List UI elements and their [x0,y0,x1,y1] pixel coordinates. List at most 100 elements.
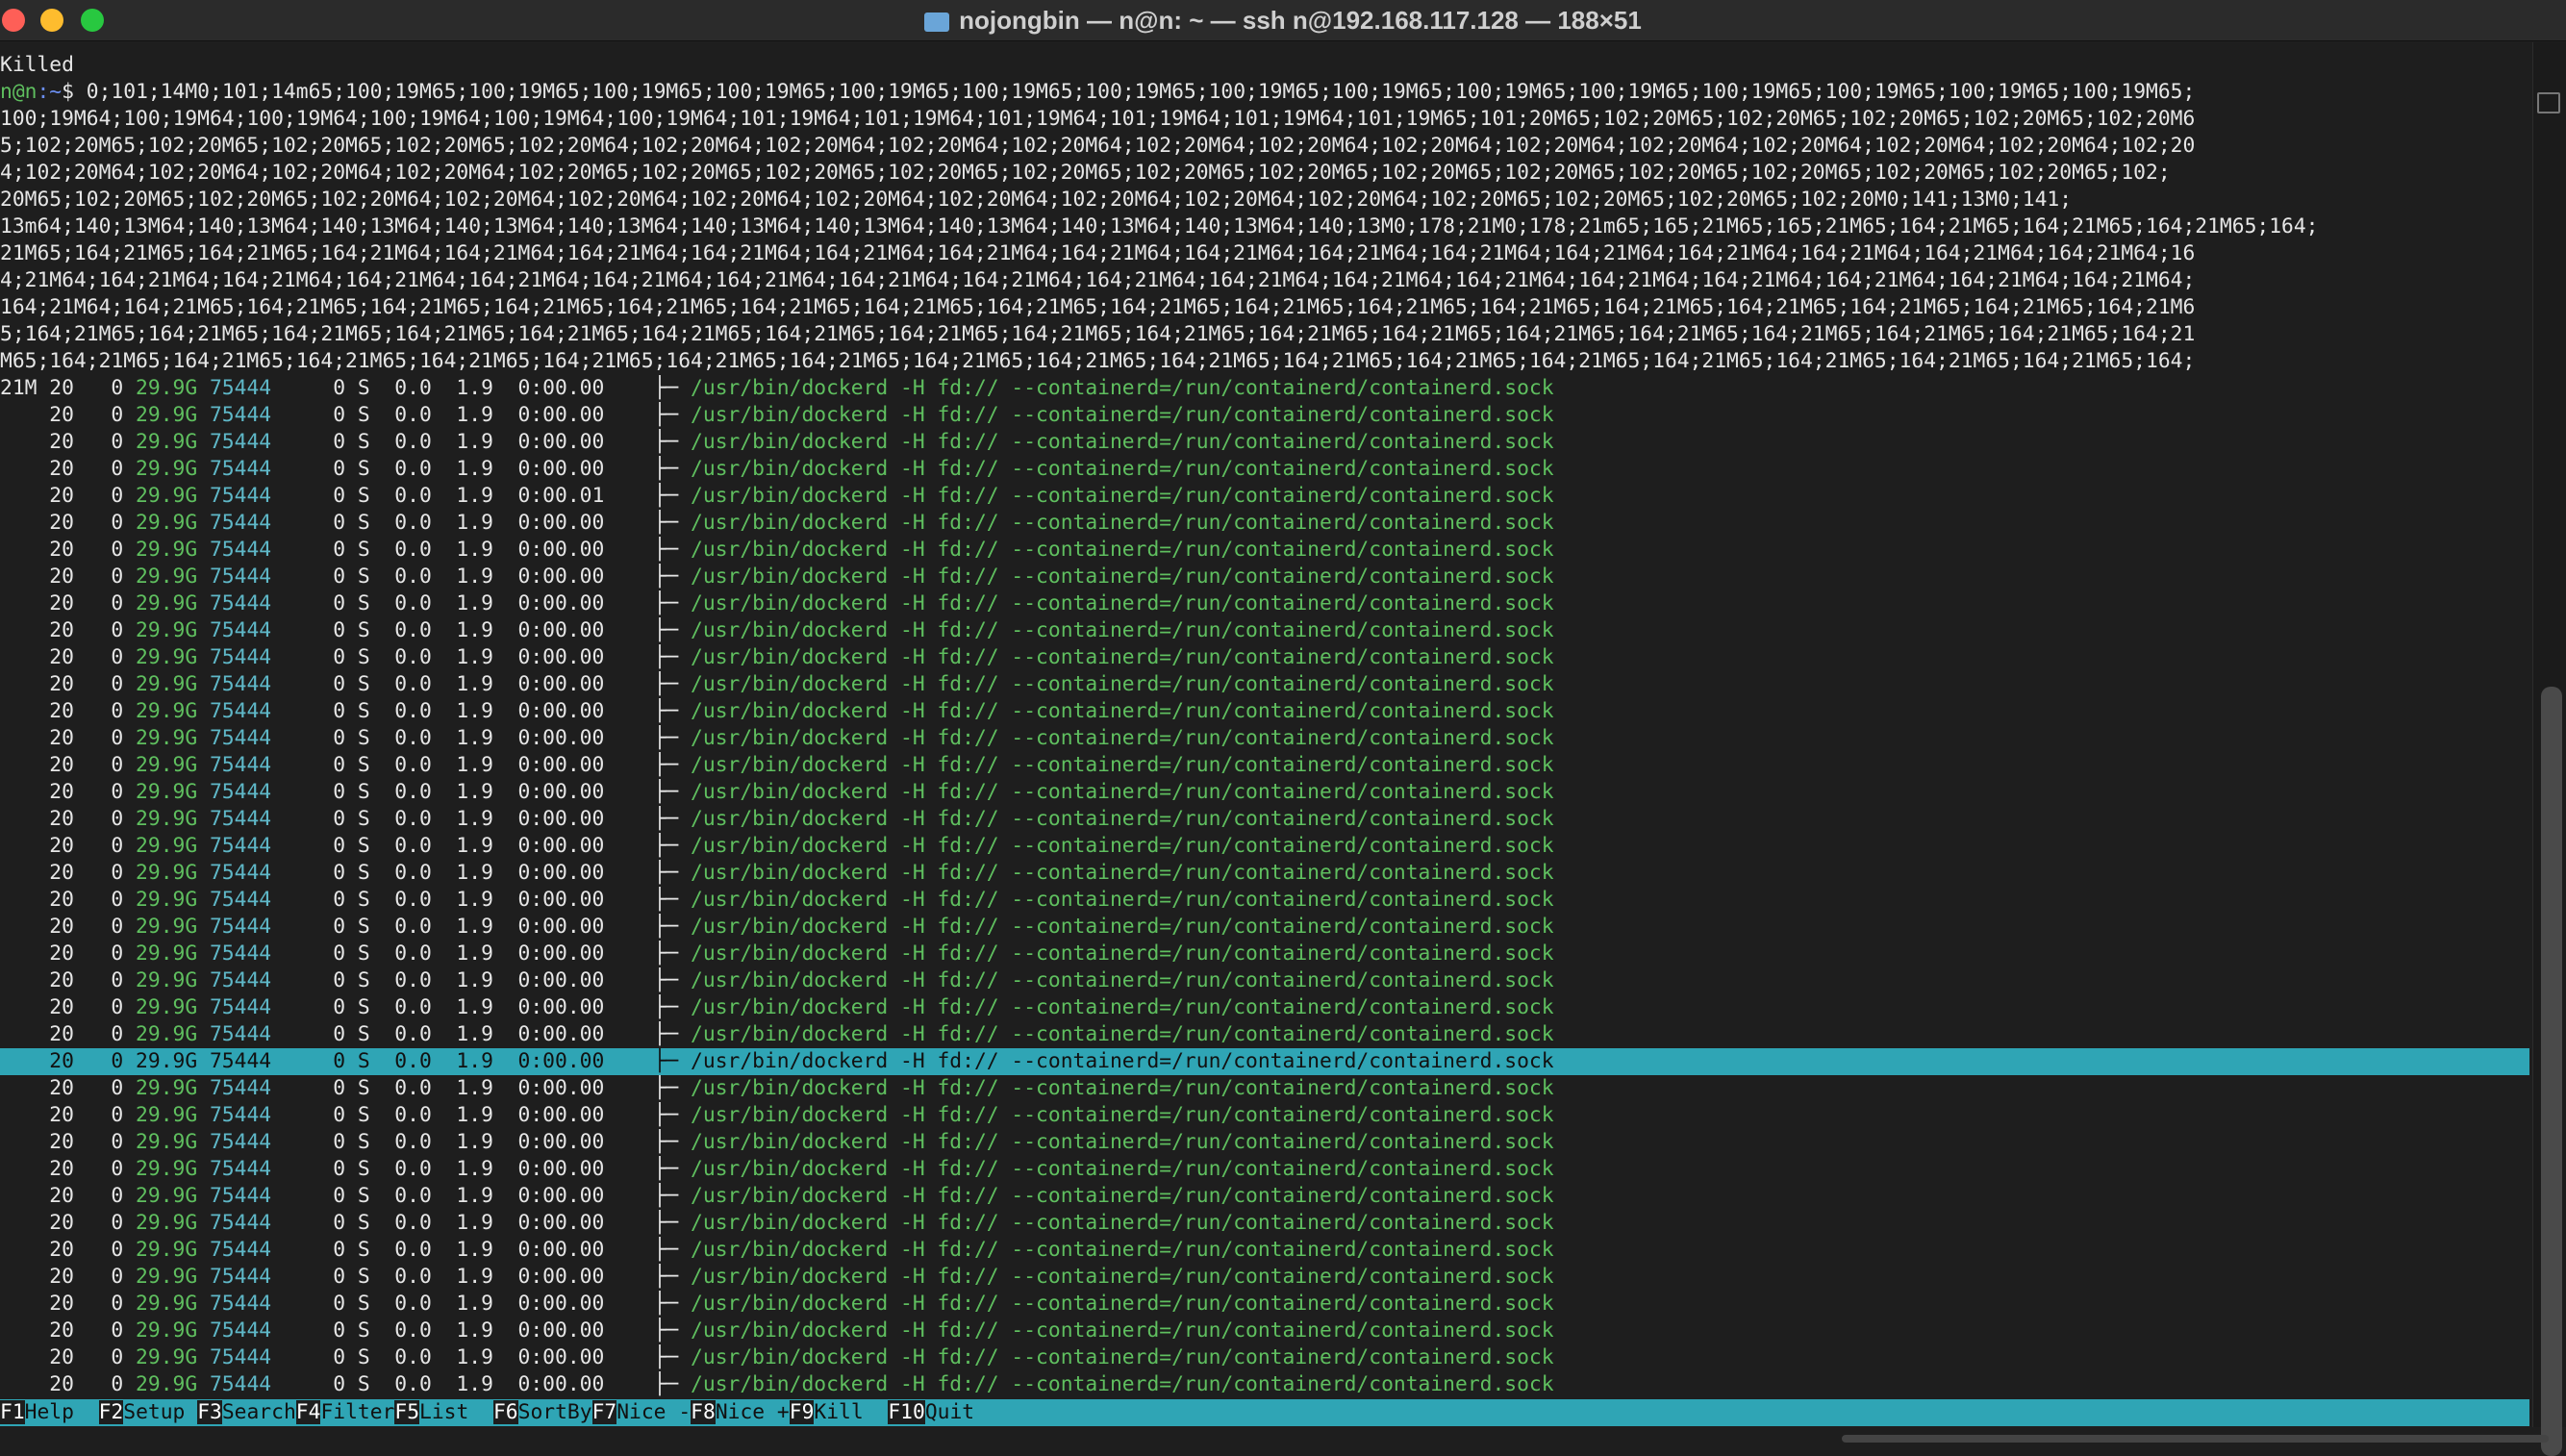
process-row[interactable]: 20 0 29.9G 75444 0 S 0.0 1.9 0:00.00 ├─ … [0,1102,2529,1129]
fkey-f9[interactable]: F9 [789,1400,815,1424]
fkey-f1[interactable]: F1 [0,1400,25,1424]
terminal-output[interactable]: Killed n@n:~$ 0;101;14M0;101;14m65;100;1… [0,52,2529,1429]
process-virt: 29.9G [136,511,210,535]
fkey-label[interactable]: Help [25,1400,99,1424]
vertical-scrollbar[interactable] [2532,42,2566,1456]
process-row[interactable]: 20 0 29.9G 75444 0 S 0.0 1.9 0:00.00 ├─ … [0,779,2529,806]
process-tree: ├─ [653,538,692,562]
scroll-menu-icon[interactable] [2537,92,2560,113]
process-list[interactable]: 21M 20 0 29.9G 75444 0 S 0.0 1.9 0:00.00… [0,375,2529,1398]
process-row[interactable]: 20 0 29.9G 75444 0 S 0.0 1.9 0:00.00 ├─ … [0,1344,2529,1371]
process-row[interactable]: 20 0 29.9G 75444 0 S 0.0 1.9 0:00.00 ├─ … [0,806,2529,833]
process-res: 75444 [209,511,272,535]
fkey-label[interactable]: Filter [320,1400,394,1424]
process-row[interactable]: 20 0 29.9G 75444 0 S 0.0 1.9 0:00.00 ├─ … [0,1183,2529,1210]
process-row[interactable]: 20 0 29.9G 75444 0 S 0.0 1.9 0:00.00 ├─ … [0,698,2529,725]
prompt-user: n@n [0,80,38,104]
process-cmd: /usr/bin/dockerd -H fd:// --containerd=/… [691,995,1554,1019]
fkey-label[interactable]: Kill [814,1400,888,1424]
fkey-label[interactable]: Nice + [716,1400,790,1424]
process-cmd: /usr/bin/dockerd -H fd:// --containerd=/… [691,430,1554,454]
fkey-label[interactable]: Search [222,1400,296,1424]
process-res: 75444 [209,1157,272,1181]
process-row[interactable]: 20 0 29.9G 75444 0 S 0.0 1.9 0:00.00 ├─ … [0,1371,2529,1398]
process-virt: 29.9G [136,915,210,939]
process-num: 0 S 0.0 1.9 0:00.00 [271,1076,654,1100]
process-row[interactable]: 20 0 29.9G 75444 0 S 0.0 1.9 0:00.00 ├─ … [0,590,2529,617]
process-cmd: /usr/bin/dockerd -H fd:// --containerd=/… [691,807,1554,831]
process-row[interactable]: 20 0 29.9G 75444 0 S 0.0 1.9 0:00.00 ├─ … [0,833,2529,860]
process-row[interactable]: 20 0 29.9G 75444 0 S 0.0 1.9 0:00.00 ├─ … [0,941,2529,967]
process-cmd: /usr/bin/dockerd -H fd:// --containerd=/… [691,565,1554,589]
process-tree: ├─ [653,618,692,642]
process-row[interactable]: 20 0 29.9G 75444 0 S 0.0 1.9 0:00.00 ├─ … [0,1210,2529,1237]
fkey-f4[interactable]: F4 [295,1400,321,1424]
process-row[interactable]: 20 0 29.9G 75444 0 S 0.0 1.9 0:00.00 ├─ … [0,752,2529,779]
fkey-label[interactable]: SortBy [518,1400,592,1424]
fkey-f10[interactable]: F10 [888,1400,925,1424]
fkey-f5[interactable]: F5 [394,1400,420,1424]
process-row[interactable]: 20 0 29.9G 75444 0 S 0.0 1.9 0:00.00 ├─ … [0,967,2529,994]
process-row[interactable]: 21M 20 0 29.9G 75444 0 S 0.0 1.9 0:00.00… [0,375,2529,402]
process-res: 75444 [209,484,272,508]
process-num: 0 S 0.0 1.9 0:00.01 [271,484,654,508]
process-row[interactable]: 20 0 29.9G 75444 0 S 0.0 1.9 0:00.00 ├─ … [0,1129,2529,1156]
process-row[interactable]: 20 0 29.9G 75444 0 S 0.0 1.9 0:00.01 ├─ … [0,483,2529,510]
process-cmd: /usr/bin/dockerd -H fd:// --containerd=/… [691,1372,1554,1396]
process-row[interactable]: 20 0 29.9G 75444 0 S 0.0 1.9 0:00.00 ├─ … [0,402,2529,429]
process-cmd: /usr/bin/dockerd -H fd:// --containerd=/… [691,376,1554,400]
process-row[interactable]: 20 0 29.9G 75444 0 S 0.0 1.9 0:00.00 ├─ … [0,1237,2529,1264]
process-num: 20 0 [0,699,137,723]
prompt-path: :~ [37,80,63,104]
process-row[interactable]: 20 0 29.9G 75444 0 S 0.0 1.9 0:00.00 ├─ … [0,1156,2529,1183]
process-virt: 29.9G [136,403,210,427]
process-row[interactable]: 20 0 29.9G 75444 0 S 0.0 1.9 0:00.00 ├─ … [0,456,2529,483]
process-tree: ├─ [653,376,692,400]
process-row[interactable]: 20 0 29.9G 75444 0 S 0.0 1.9 0:00.00 ├─ … [0,1291,2529,1318]
fkey-f6[interactable]: F6 [492,1400,518,1424]
process-num: 20 0 [0,1049,137,1073]
process-row[interactable]: 20 0 29.9G 75444 0 S 0.0 1.9 0:00.00 ├─ … [0,1021,2529,1048]
process-row[interactable]: 20 0 29.9G 75444 0 S 0.0 1.9 0:00.00 ├─ … [0,510,2529,537]
process-res: 75444 [209,1211,272,1235]
process-cmd: /usr/bin/dockerd -H fd:// --containerd=/… [691,699,1554,723]
fkey-label[interactable]: Setup [123,1400,197,1424]
process-num: 20 0 [0,1238,137,1262]
process-row[interactable]: 20 0 29.9G 75444 0 S 0.0 1.9 0:00.00 ├─ … [0,671,2529,698]
process-row[interactable]: 20 0 29.9G 75444 0 S 0.0 1.9 0:00.00 ├─ … [0,429,2529,456]
process-row[interactable]: 20 0 29.9G 75444 0 S 0.0 1.9 0:00.00 ├─ … [0,644,2529,671]
process-res: 75444 [209,1076,272,1100]
fkey-label[interactable]: Quit [925,1400,974,1424]
process-row[interactable]: 20 0 29.9G 75444 0 S 0.0 1.9 0:00.00 ├─ … [0,1264,2529,1291]
process-num: 20 0 [0,565,137,589]
process-cmd: /usr/bin/dockerd -H fd:// --containerd=/… [691,645,1554,669]
process-row[interactable]: 20 0 29.9G 75444 0 S 0.0 1.9 0:00.00 ├─ … [0,887,2529,914]
process-num: 0 S 0.0 1.9 0:00.00 [271,1184,654,1208]
process-res: 75444 [209,807,272,831]
fkey-f2[interactable]: F2 [98,1400,124,1424]
horizontal-scrollbar[interactable] [1842,1435,2549,1443]
process-row[interactable]: 20 0 29.9G 75444 0 S 0.0 1.9 0:00.00 ├─ … [0,994,2529,1021]
process-row[interactable]: 20 0 29.9G 75444 0 S 0.0 1.9 0:00.00 ├─ … [0,1318,2529,1344]
fkey-f7[interactable]: F7 [591,1400,617,1424]
process-row[interactable]: 20 0 29.9G 75444 0 S 0.0 1.9 0:00.00 ├─ … [0,860,2529,887]
process-row[interactable]: 20 0 29.9G 75444 0 S 0.0 1.9 0:00.00 ├─ … [0,1075,2529,1102]
process-num: 0 S 0.0 1.9 0:00.00 [271,753,654,777]
process-row[interactable]: 20 0 29.9G 75444 0 S 0.0 1.9 0:00.00 ├─ … [0,537,2529,564]
process-row[interactable]: 20 0 29.9G 75444 0 S 0.0 1.9 0:00.00 ├─ … [0,725,2529,752]
fkey-f3[interactable]: F3 [197,1400,222,1424]
fkey-label[interactable]: Nice - [616,1400,691,1424]
process-virt: 29.9G [136,968,210,992]
function-key-bar: F1Help F2Setup F3SearchF4FilterF5List F6… [0,1399,2529,1426]
scrollbar-thumb[interactable] [2541,687,2562,1456]
process-row[interactable]: 20 0 29.9G 75444 0 S 0.0 1.9 0:00.00 ├─ … [0,617,2529,644]
process-num: 20 0 [0,941,137,966]
fkey-label[interactable]: List [419,1400,493,1424]
process-num: 20 0 [0,484,137,508]
fkey-f8[interactable]: F8 [691,1400,716,1424]
process-virt: 29.9G [136,807,210,831]
process-row[interactable]: 20 0 29.9G 75444 0 S 0.0 1.9 0:00.00 ├─ … [0,564,2529,590]
process-row[interactable]: 20 0 29.9G 75444 0 S 0.0 1.9 0:00.00 ├─ … [0,914,2529,941]
process-row-selected[interactable]: 20 0 29.9G 75444 0 S 0.0 1.9 0:00.00 ├─ … [0,1048,2529,1075]
process-tree: ├─ [653,1292,692,1316]
